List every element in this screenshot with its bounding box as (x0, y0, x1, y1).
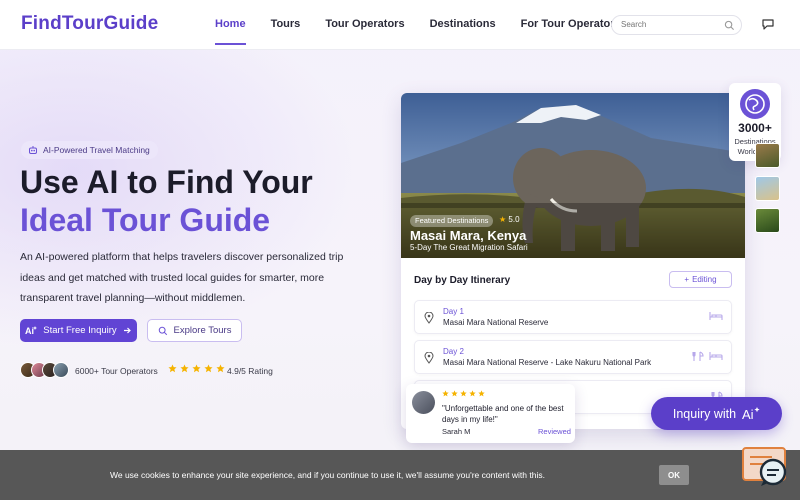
star-icon (204, 364, 213, 373)
globe-icon (740, 89, 770, 119)
destination-title: Masai Mara, Kenya (410, 228, 527, 243)
destinations-count: 3000+ (738, 121, 772, 135)
featured-destination-card[interactable]: Featured Destinations ★ 5.0 Masai Mara, … (401, 93, 745, 429)
search-icon (158, 326, 167, 335)
day-amenities (709, 311, 723, 321)
avatar (53, 362, 69, 378)
review-stars (442, 390, 485, 397)
day-label: Day 1 (443, 307, 464, 316)
dining-icon (692, 351, 704, 361)
nav-tour-operators[interactable]: Tour Operators (325, 18, 404, 42)
ai-sparkle-icon: Ai (742, 407, 760, 421)
chat-widget-icon[interactable] (740, 446, 790, 492)
site-logo[interactable]: FindTourGuide (21, 13, 158, 35)
site-header: FindTourGuide Home Tours Tour Operators … (0, 0, 800, 50)
cookie-text: We use cookies to enhance your site expe… (110, 470, 545, 480)
location-pin-icon (424, 352, 434, 364)
review-card: "Unforgettable and one of the best days … (406, 384, 575, 443)
day-label: Day 2 (443, 347, 464, 356)
destination-rating-value: 5.0 (508, 215, 520, 224)
star-icon: ★ (499, 215, 507, 224)
bed-icon (709, 312, 723, 320)
editing-label: Editing (692, 275, 717, 284)
reviewer-avatar (412, 391, 435, 414)
inquiry-label: Inquiry with (672, 406, 737, 421)
arrow-right-icon (123, 327, 131, 334)
operator-avatars (20, 362, 69, 378)
star-icon (469, 390, 476, 397)
hero-description: An AI-powered platform that helps travel… (20, 251, 344, 304)
explore-tours-button[interactable]: Explore Tours (147, 319, 242, 342)
hero-title: Use AI to Find Your Ideal Tour Guide (20, 163, 313, 239)
star-icon (180, 364, 189, 373)
destination-subtitle: 5-Day The Great Migration Safari (410, 243, 528, 252)
star-icon (168, 364, 177, 373)
day-description: Masai Mara National Reserve - Lake Nakur… (443, 358, 652, 367)
reviewed-badge: Reviewed (538, 427, 571, 436)
robot-icon (29, 146, 37, 154)
featured-tag: Featured Destinations (410, 215, 494, 227)
operators-count: 6000+ Tour Operators (75, 366, 158, 376)
bed-icon (709, 352, 723, 360)
plus-icon: + (684, 275, 690, 284)
rating-text: 4.9/5 Rating (227, 366, 273, 376)
start-inquiry-button[interactable]: Ai Start Free Inquiry (20, 319, 137, 342)
start-inquiry-label: Start Free Inquiry (43, 325, 117, 336)
cookie-ok-button[interactable]: OK (659, 465, 689, 485)
location-pin-icon (424, 312, 434, 324)
editing-button[interactable]: + Editing (669, 271, 732, 288)
main-nav: Home Tours Tour Operators Destinations F… (215, 18, 646, 45)
destination-rating: ★ 5.0 (499, 215, 520, 224)
ai-sparkle-icon: Ai (25, 326, 38, 336)
search-input[interactable] (621, 20, 721, 29)
hero-title-line2: Ideal Tour Guide (20, 202, 271, 238)
star-icon (442, 390, 449, 397)
destination-thumbnail[interactable] (755, 143, 780, 168)
star-icon (451, 390, 458, 397)
nav-for-tour-operators[interactable]: For Tour Operators (521, 18, 621, 42)
nav-destinations[interactable]: Destinations (430, 18, 496, 42)
cookie-banner: We use cookies to enhance your site expe… (0, 450, 800, 500)
inquiry-with-ai-button[interactable]: Inquiry with Ai (651, 397, 782, 430)
hero-title-line1: Use AI to Find Your (20, 164, 313, 200)
explore-tours-label: Explore Tours (173, 325, 232, 336)
ai-badge: AI-Powered Travel Matching (21, 141, 158, 159)
destination-thumbnail[interactable] (755, 208, 780, 233)
search-icon[interactable] (724, 20, 735, 31)
star-icon (192, 364, 201, 373)
chat-icon[interactable] (761, 17, 775, 31)
star-icon (216, 364, 225, 373)
reviewer-name: Sarah M (442, 427, 471, 436)
day-amenities (692, 351, 723, 362)
itinerary-day-row[interactable]: Day 2 Masai Mara National Reserve - Lake… (414, 340, 732, 374)
star-icon (460, 390, 467, 397)
itinerary-title: Day by Day Itinerary (414, 275, 511, 286)
destination-thumbnail[interactable] (755, 176, 780, 201)
nav-tours[interactable]: Tours (271, 18, 301, 42)
itinerary-day-row[interactable]: Day 1 Masai Mara National Reserve (414, 300, 732, 334)
ai-badge-label: AI-Powered Travel Matching (43, 145, 150, 155)
day-description: Masai Mara National Reserve (443, 318, 549, 327)
rating-stars (168, 364, 225, 373)
svg-text:Ai: Ai (742, 407, 754, 421)
star-icon (478, 390, 485, 397)
nav-home[interactable]: Home (215, 18, 246, 45)
review-text: "Unforgettable and one of the best days … (442, 404, 564, 424)
svg-text:Ai: Ai (25, 326, 34, 336)
search-box[interactable] (611, 15, 742, 35)
